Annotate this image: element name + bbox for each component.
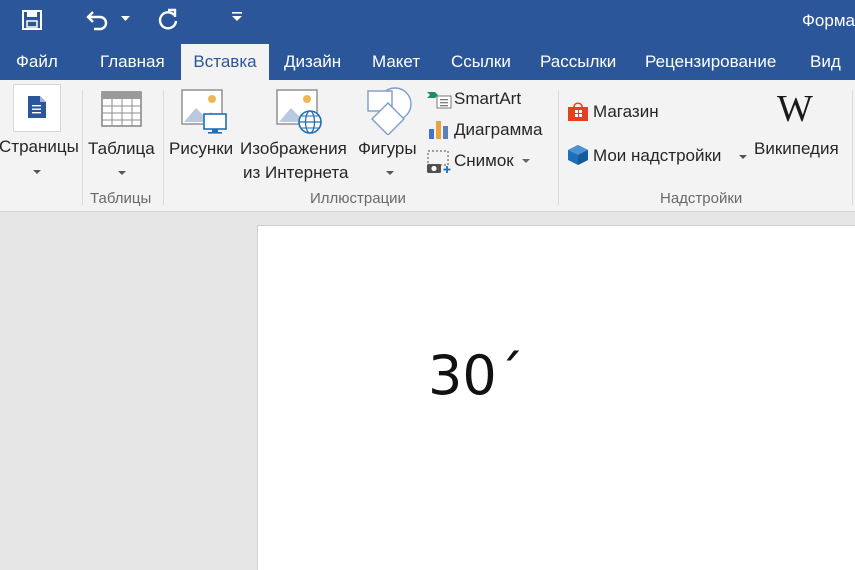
tab-file[interactable]: Файл (16, 44, 58, 80)
my-addins-icon[interactable] (567, 144, 589, 166)
online-pictures-label-line1[interactable]: Изображения (240, 138, 347, 160)
wikipedia-button-label[interactable]: Википедия (754, 138, 839, 160)
group-divider (558, 90, 559, 205)
screenshot-icon[interactable] (426, 150, 452, 174)
online-pictures-icon[interactable] (276, 89, 324, 135)
group-label-addins: Надстройки (660, 190, 743, 207)
pages-button-label[interactable]: Страницы (0, 136, 79, 158)
online-pictures-label-line2[interactable]: из Интернета (243, 162, 348, 184)
tab-insert[interactable]: Вставка (181, 44, 269, 80)
my-addins-button-label[interactable]: Мои надстройки (593, 145, 721, 167)
chevron-down-icon[interactable] (33, 170, 41, 174)
undo-dropdown-icon[interactable] (121, 16, 130, 22)
undo-icon[interactable] (84, 8, 110, 32)
store-icon[interactable] (567, 100, 589, 122)
screenshot-button-label[interactable]: Снимок (454, 150, 514, 172)
ribbon-tab-bar: Файл Главная Вставка Дизайн Макет Ссылки… (0, 44, 855, 80)
tab-references[interactable]: Ссылки (451, 44, 511, 80)
shapes-icon[interactable] (366, 87, 414, 135)
ribbon: Страницы Таблица Таблицы Рисунки Изображ… (0, 80, 855, 212)
shapes-button-label[interactable]: Фигуры (358, 138, 417, 160)
redo-icon[interactable] (155, 7, 181, 33)
group-divider (82, 90, 83, 205)
table-button-label[interactable]: Таблица (88, 138, 155, 160)
chevron-down-icon[interactable] (118, 171, 126, 175)
chart-button-label[interactable]: Диаграмма (454, 119, 542, 141)
tab-mailings[interactable]: Рассылки (540, 44, 616, 80)
group-divider (852, 90, 853, 205)
customize-qat-icon[interactable] (231, 11, 243, 23)
chart-icon[interactable] (428, 119, 450, 139)
pictures-button-label[interactable]: Рисунки (169, 138, 233, 160)
document-page[interactable]: 30´ (257, 225, 855, 570)
tab-view[interactable]: Вид (810, 44, 841, 80)
group-label-illustrations: Иллюстрации (310, 190, 406, 207)
store-button-label[interactable]: Магазин (593, 101, 659, 123)
chevron-down-icon[interactable] (739, 155, 747, 159)
save-icon[interactable] (20, 8, 44, 32)
smartart-button-label[interactable]: SmartArt (454, 88, 521, 110)
tab-layout[interactable]: Макет (372, 44, 420, 80)
chevron-down-icon[interactable] (522, 159, 530, 163)
wikipedia-icon[interactable]: W (777, 87, 813, 131)
pages-icon (27, 95, 47, 119)
tab-home[interactable]: Главная (100, 44, 165, 80)
pictures-icon[interactable] (181, 89, 229, 135)
group-divider (163, 90, 164, 205)
title-bar: Форма (0, 0, 855, 44)
document-text[interactable]: 30´ (428, 344, 524, 408)
smartart-icon[interactable] (426, 90, 452, 110)
table-icon[interactable] (101, 91, 142, 127)
tab-design[interactable]: Дизайн (284, 44, 341, 80)
group-label-tables: Таблицы (90, 190, 152, 207)
chevron-down-icon[interactable] (386, 171, 394, 175)
pages-button-icon-frame[interactable] (13, 84, 61, 132)
window-title: Форма (802, 11, 855, 30)
tab-review[interactable]: Рецензирование (645, 44, 776, 80)
